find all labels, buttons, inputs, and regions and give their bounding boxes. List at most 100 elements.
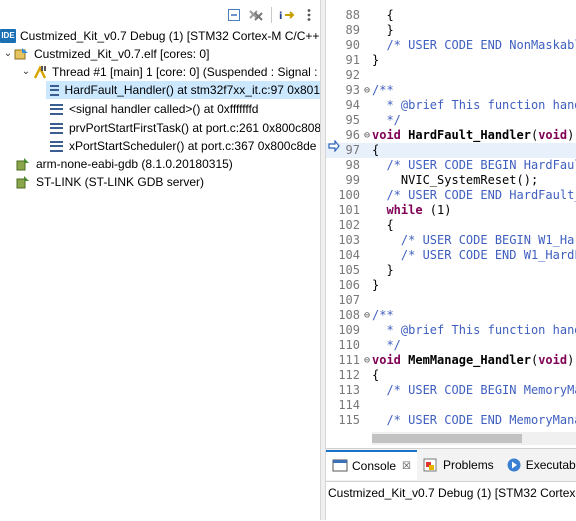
- code-line[interactable]: 94 * @brief This function handles Hard f…: [326, 98, 576, 113]
- code-line[interactable]: 88 {: [326, 8, 576, 23]
- code-text: {: [372, 368, 379, 383]
- code-line[interactable]: 99 NVIC_SystemReset();: [326, 173, 576, 188]
- remove-terminated-button[interactable]: [247, 6, 265, 24]
- tab-problems[interactable]: Problems: [417, 450, 500, 480]
- code-line[interactable]: 108 ⊖/**: [326, 308, 576, 323]
- remove-all-terminated-icon: [249, 10, 263, 21]
- code-line[interactable]: 111 ⊖ void MemManage_Handler(void): [326, 353, 576, 368]
- stlink-process-item[interactable]: ST-LINK (ST-LINK GDB server): [16, 173, 204, 191]
- chevron-down-icon[interactable]: ⌄: [20, 63, 32, 81]
- console-tab-bar: Console ☒ Problems Executables: [326, 449, 576, 482]
- line-number: 113: [338, 383, 360, 397]
- code-text: /* USER CODE END NonMaskableInt_IRQn 1 *…: [372, 38, 576, 53]
- code-line[interactable]: 109 * @brief This function handles Memor…: [326, 323, 576, 338]
- collapse-all-button[interactable]: [225, 6, 243, 24]
- process-label: Custmized_Kit_v0.7.elf [cores: 0]: [34, 47, 210, 61]
- code-line[interactable]: 101 while (1): [326, 203, 576, 218]
- line-number: 110: [338, 338, 360, 352]
- line-number: 88: [345, 8, 360, 22]
- stack-frame-icon: [50, 84, 59, 96]
- code-line[interactable]: 110 */: [326, 338, 576, 353]
- code-text: }: [372, 263, 393, 278]
- console-view: Console ☒ Problems Executables Custmized…: [326, 448, 576, 521]
- scrollbar-thumb[interactable]: [372, 434, 522, 443]
- code-line[interactable]: 90 /* USER CODE END NonMaskableInt_IRQn …: [326, 38, 576, 53]
- code-token: /* USER CODE END W1_HardFault_IRQn 0 */: [400, 248, 576, 262]
- code-token: while: [386, 203, 423, 217]
- code-line[interactable]: 105 }: [326, 263, 576, 278]
- stack-frame-icon: [50, 122, 63, 134]
- stack-frame-item[interactable]: <signal handler called>() at 0xfffffffd: [46, 100, 258, 118]
- fold-toggle-icon[interactable]: ⊖: [362, 83, 372, 98]
- line-number: 104: [338, 248, 360, 262]
- code-token: /* USER CODE END NonMaskableInt_IRQn 1 *…: [386, 38, 576, 52]
- fold-toggle-icon[interactable]: ⊖: [362, 308, 372, 323]
- view-menu-button[interactable]: [300, 6, 318, 24]
- process-icon: [14, 48, 28, 60]
- tab-console[interactable]: Console ☒: [326, 450, 417, 480]
- fold-toggle-icon[interactable]: ⊖: [362, 128, 372, 143]
- thread-item[interactable]: ⌄ Thread #1 [main] 1 [core: 0] (Suspende…: [20, 63, 320, 81]
- gdb-process-icon: [16, 158, 29, 171]
- code-line[interactable]: 98 /* USER CODE BEGIN HardFault_IRQn 0 *…: [326, 158, 576, 173]
- gdb-process-item[interactable]: arm-none-eabi-gdb (8.1.0.20180315): [16, 155, 233, 173]
- stack-frame-item[interactable]: prvPortStartFirstTask() at port.c:261 0x…: [46, 119, 320, 137]
- code-text: {: [372, 218, 393, 233]
- stack-frame-item[interactable]: HardFault_Handler() at stm32f7xx_it.c:97…: [46, 81, 320, 99]
- code-token: void: [372, 128, 401, 142]
- code-text: while (1): [372, 203, 451, 218]
- code-editor[interactable]: 88 {89 }90 /* USER CODE END NonMaskableI…: [326, 0, 576, 447]
- code-line[interactable]: 91}: [326, 53, 576, 68]
- code-line[interactable]: 114: [326, 398, 576, 413]
- fold-toggle-icon[interactable]: ⊖: [362, 353, 372, 368]
- console-icon: [332, 459, 348, 472]
- line-number: 112: [338, 368, 360, 382]
- code-line[interactable]: 92: [326, 68, 576, 83]
- close-tab-icon[interactable]: ☒: [402, 461, 411, 472]
- tab-label: Problems: [443, 458, 494, 472]
- code-line[interactable]: 97{: [326, 143, 576, 158]
- code-line[interactable]: 89 }: [326, 23, 576, 38]
- code-line[interactable]: 115 /* USER CODE END MemoryManagement_IR…: [326, 413, 576, 428]
- code-line[interactable]: 104 /* USER CODE END W1_HardFault_IRQn 0…: [326, 248, 576, 263]
- stack-frame-icon: [50, 103, 63, 115]
- code-line[interactable]: 95 */: [326, 113, 576, 128]
- code-text: /* USER CODE BEGIN HardFault_IRQn 0 */: [372, 158, 576, 173]
- code-text: */: [372, 338, 400, 353]
- code-token: ): [567, 128, 575, 142]
- code-line[interactable]: 93 ⊖/**: [326, 83, 576, 98]
- executables-icon: [507, 458, 521, 472]
- code-token: /* USER CODE BEGIN W1_HardFault_IRQn 0 *…: [400, 233, 576, 247]
- stack-frame-item[interactable]: xPortStartScheduler() at port.c:367 0x80…: [46, 137, 316, 155]
- code-line[interactable]: 107: [326, 293, 576, 308]
- tab-executables[interactable]: Executables: [500, 450, 576, 480]
- debug-view: i IDE Custmized_Kit_v0.7 Debug (1) [STM3…: [0, 0, 320, 520]
- code-line[interactable]: 113 /* USER CODE BEGIN MemoryManagement_…: [326, 383, 576, 398]
- horizontal-scrollbar[interactable]: [372, 432, 576, 445]
- code-token: MemManage_Handler: [408, 353, 531, 367]
- code-text: * @brief This function handles Hard faul…: [372, 98, 576, 113]
- code-line[interactable]: 102 {: [326, 218, 576, 233]
- launch-configuration-item[interactable]: IDE Custmized_Kit_v0.7 Debug (1) [STM32 …: [0, 27, 319, 45]
- instruction-pointer-icon: [328, 140, 340, 152]
- code-token: {: [372, 143, 380, 157]
- line-number: 94: [345, 98, 360, 112]
- instruction-stepping-icon: i: [279, 11, 295, 22]
- ide-launch-icon: IDE: [0, 29, 16, 43]
- instruction-stepping-button[interactable]: i: [278, 6, 296, 24]
- code-text: {: [372, 143, 379, 158]
- code-line[interactable]: 100 /* USER CODE END HardFault_IRQn 0 */: [326, 188, 576, 203]
- code-line[interactable]: 103 /* USER CODE BEGIN W1_HardFault_IRQn…: [326, 233, 576, 248]
- stlink-process-label: ST-LINK (ST-LINK GDB server): [36, 175, 205, 189]
- line-number: 105: [338, 263, 360, 277]
- code-token: * @brief This function handles Memory ma…: [386, 323, 576, 337]
- code-text: NVIC_SystemReset();: [372, 173, 538, 188]
- code-line[interactable]: 112 {: [326, 368, 576, 383]
- code-token: ): [567, 353, 575, 367]
- code-line[interactable]: 96 ⊖ void HardFault_Handler(void): [326, 128, 576, 143]
- process-item[interactable]: ⌄ Custmized_Kit_v0.7.elf [cores: 0]: [2, 45, 210, 63]
- code-line[interactable]: 106}: [326, 278, 576, 293]
- chevron-down-icon[interactable]: ⌄: [2, 45, 14, 63]
- code-text: /* USER CODE END W1_HardFault_IRQn 0 */: [372, 248, 576, 263]
- code-token: /**: [372, 308, 394, 322]
